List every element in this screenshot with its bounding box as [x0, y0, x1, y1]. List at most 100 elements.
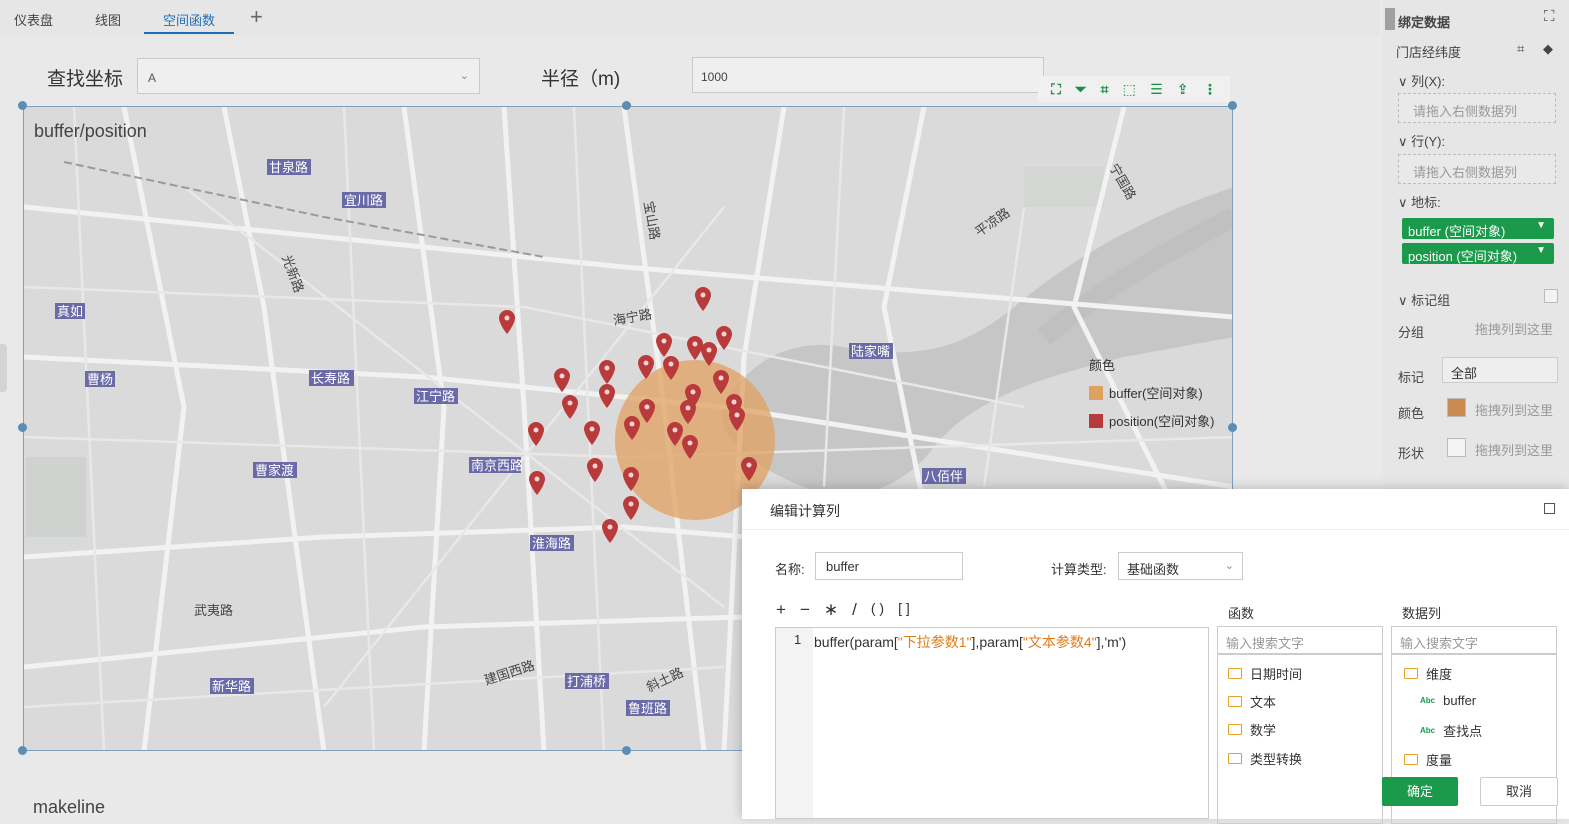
map-label: 陆家嘴 — [851, 344, 890, 359]
map-pin-dot — [628, 472, 634, 478]
parentheses-operator[interactable]: ( ) — [871, 600, 884, 620]
confirm-button[interactable]: 确定 — [1382, 777, 1458, 806]
map-pin-dot — [604, 389, 610, 395]
name-input[interactable]: buffer — [815, 552, 963, 580]
text-type-icon: Abc — [1420, 726, 1436, 735]
group-dropzone[interactable]: 拖拽列到这里 — [1475, 319, 1553, 338]
switch-dataset-icon[interactable]: ⌗ — [1517, 41, 1524, 57]
measure-folder[interactable]: 度量 — [1404, 750, 1452, 769]
shape-dropzone[interactable]: 拖拽列到这里 — [1475, 440, 1553, 459]
formula-editor[interactable]: 1 buffer(param["下拉参数1"],param["文本参数4"],'… — [775, 627, 1209, 819]
col-label-text: 列(X): — [1411, 74, 1446, 89]
radius-input[interactable]: 1000 — [692, 57, 1044, 93]
map-pin-dot — [589, 426, 595, 432]
tab-line-chart[interactable]: 线图 — [95, 10, 121, 29]
col-dropzone[interactable]: 请拖入右侧数据列 — [1398, 93, 1556, 123]
list-icon[interactable]: ☰ — [1150, 81, 1163, 98]
mark-group-icon[interactable] — [1544, 289, 1558, 303]
crop-icon[interactable]: ⌗ — [1101, 81, 1109, 98]
resize-handle[interactable] — [622, 101, 631, 110]
dialog-title: 编辑计算列 — [770, 503, 840, 519]
map-label: 淮海路 — [532, 536, 571, 551]
legend-label: buffer(空间对象) — [1109, 386, 1203, 401]
resize-handle[interactable] — [18, 746, 27, 755]
map-label: 甘泉路 — [269, 160, 308, 175]
map-pin-dot — [504, 315, 510, 321]
function-search-input[interactable]: 输入搜索文字 — [1217, 626, 1383, 654]
geo-pill-buffer[interactable]: buffer (空间对象) ▼ — [1402, 218, 1554, 239]
resize-handle[interactable] — [622, 746, 631, 755]
column-item[interactable]: Abc 查找点 — [1420, 721, 1482, 740]
map-pin-dot — [592, 463, 598, 469]
brackets-operator[interactable]: [ ] — [898, 600, 910, 620]
resize-handle[interactable] — [18, 423, 27, 432]
tab-spatial-functions[interactable]: 空间函数 — [163, 10, 215, 29]
color-swatch-button[interactable] — [1447, 398, 1466, 417]
active-tab-indicator — [144, 32, 234, 34]
category-label: 文本 — [1250, 695, 1277, 710]
column-search-input[interactable]: 输入搜索文字 — [1391, 626, 1557, 654]
code-string: 文本参数4 — [1027, 634, 1092, 650]
mark-select[interactable]: 全部 — [1442, 357, 1558, 383]
edit-calc-column-dialog: 编辑计算列 名称: buffer 计算类型: 基础函数 ⌄ + − ∗ / ( … — [742, 489, 1569, 824]
divider — [742, 529, 1569, 530]
function-category[interactable]: 文本 — [1228, 692, 1276, 711]
function-category[interactable]: 类型转换 — [1228, 749, 1302, 768]
map-pin-dot — [672, 427, 678, 433]
shape-icon[interactable] — [1447, 438, 1466, 457]
legend-swatch — [1089, 413, 1103, 428]
row-label: ∨ 行(Y): — [1398, 134, 1446, 149]
collapse-panel-icon[interactable] — [1385, 8, 1395, 30]
panel-header: 绑定数据 — [1398, 15, 1451, 30]
column-item[interactable]: Abc buffer — [1420, 693, 1476, 708]
dimension-folder[interactable]: 维度 — [1404, 664, 1452, 683]
select-icon[interactable]: ⬚ — [1123, 81, 1136, 98]
map-pin-dot — [604, 365, 610, 371]
plus-operator[interactable]: + — [776, 600, 786, 620]
filter-icon[interactable]: ⏷ — [1075, 81, 1086, 98]
map-label: 八佰伴 — [924, 469, 963, 484]
legend-item-position[interactable]: position(空间对象) — [1089, 411, 1214, 430]
export-icon[interactable]: ⇪ — [1177, 81, 1189, 98]
functions-header: 函数 — [1228, 606, 1255, 621]
map-label: 鲁班路 — [628, 701, 667, 716]
function-category[interactable]: 日期时间 — [1228, 664, 1302, 683]
shape-label: 形状 — [1398, 446, 1425, 461]
map-pin-dot — [687, 440, 693, 446]
color-dropzone[interactable]: 拖拽列到这里 — [1475, 400, 1553, 419]
row-dropzone[interactable]: 请拖入右侧数据列 — [1398, 154, 1556, 184]
expand-icon[interactable]: ⛶ — [1544, 8, 1555, 25]
code-token: ],param[ — [971, 634, 1023, 650]
cancel-button[interactable]: 取消 — [1480, 777, 1558, 806]
add-tab-icon[interactable]: + — [250, 6, 263, 28]
tab-dashboard[interactable]: 仪表盘 — [14, 10, 53, 29]
function-list: 日期时间 文本 数学 类型转换 — [1217, 654, 1383, 824]
map-pin-dot — [629, 421, 635, 427]
divide-operator[interactable]: / — [852, 600, 857, 620]
legend-item-buffer[interactable]: buffer(空间对象) — [1089, 383, 1214, 402]
tab-bar: 仪表盘 线图 空间函数 + — [0, 0, 1380, 36]
resize-handle[interactable] — [1228, 423, 1237, 432]
eraser-icon[interactable]: ◆ — [1543, 41, 1553, 57]
function-category[interactable]: 数学 — [1228, 720, 1276, 739]
resize-handle[interactable] — [18, 101, 27, 110]
formula-code[interactable]: buffer(param["下拉参数1"],param["文本参数4"],'m'… — [814, 632, 1126, 652]
caret-down-icon[interactable]: ▼ — [1536, 245, 1546, 256]
minus-operator[interactable]: − — [800, 600, 810, 620]
mark-label: 标记 — [1398, 370, 1425, 385]
geo-pill-position[interactable]: position (空间对象) ▼ — [1402, 243, 1554, 264]
map-pin-dot — [731, 399, 737, 405]
resize-handle[interactable] — [1228, 101, 1237, 110]
more-icon[interactable]: ⋮ — [1203, 81, 1217, 98]
multiply-operator[interactable]: ∗ — [824, 600, 838, 620]
coord-select[interactable]: A ⌄ — [137, 58, 480, 94]
columns-header: 数据列 — [1402, 606, 1442, 621]
chevron-down-icon: ⌄ — [459, 70, 469, 82]
caret-down-icon[interactable]: ▼ — [1536, 220, 1546, 231]
category-label: 日期时间 — [1250, 667, 1303, 682]
folder-label: 维度 — [1426, 667, 1453, 682]
calc-type-select[interactable]: 基础函数 ⌄ — [1118, 552, 1243, 580]
maximize-icon[interactable] — [1544, 503, 1555, 514]
fullscreen-icon[interactable]: ⛶ — [1051, 81, 1061, 98]
left-panel-toggle[interactable] — [0, 344, 7, 392]
